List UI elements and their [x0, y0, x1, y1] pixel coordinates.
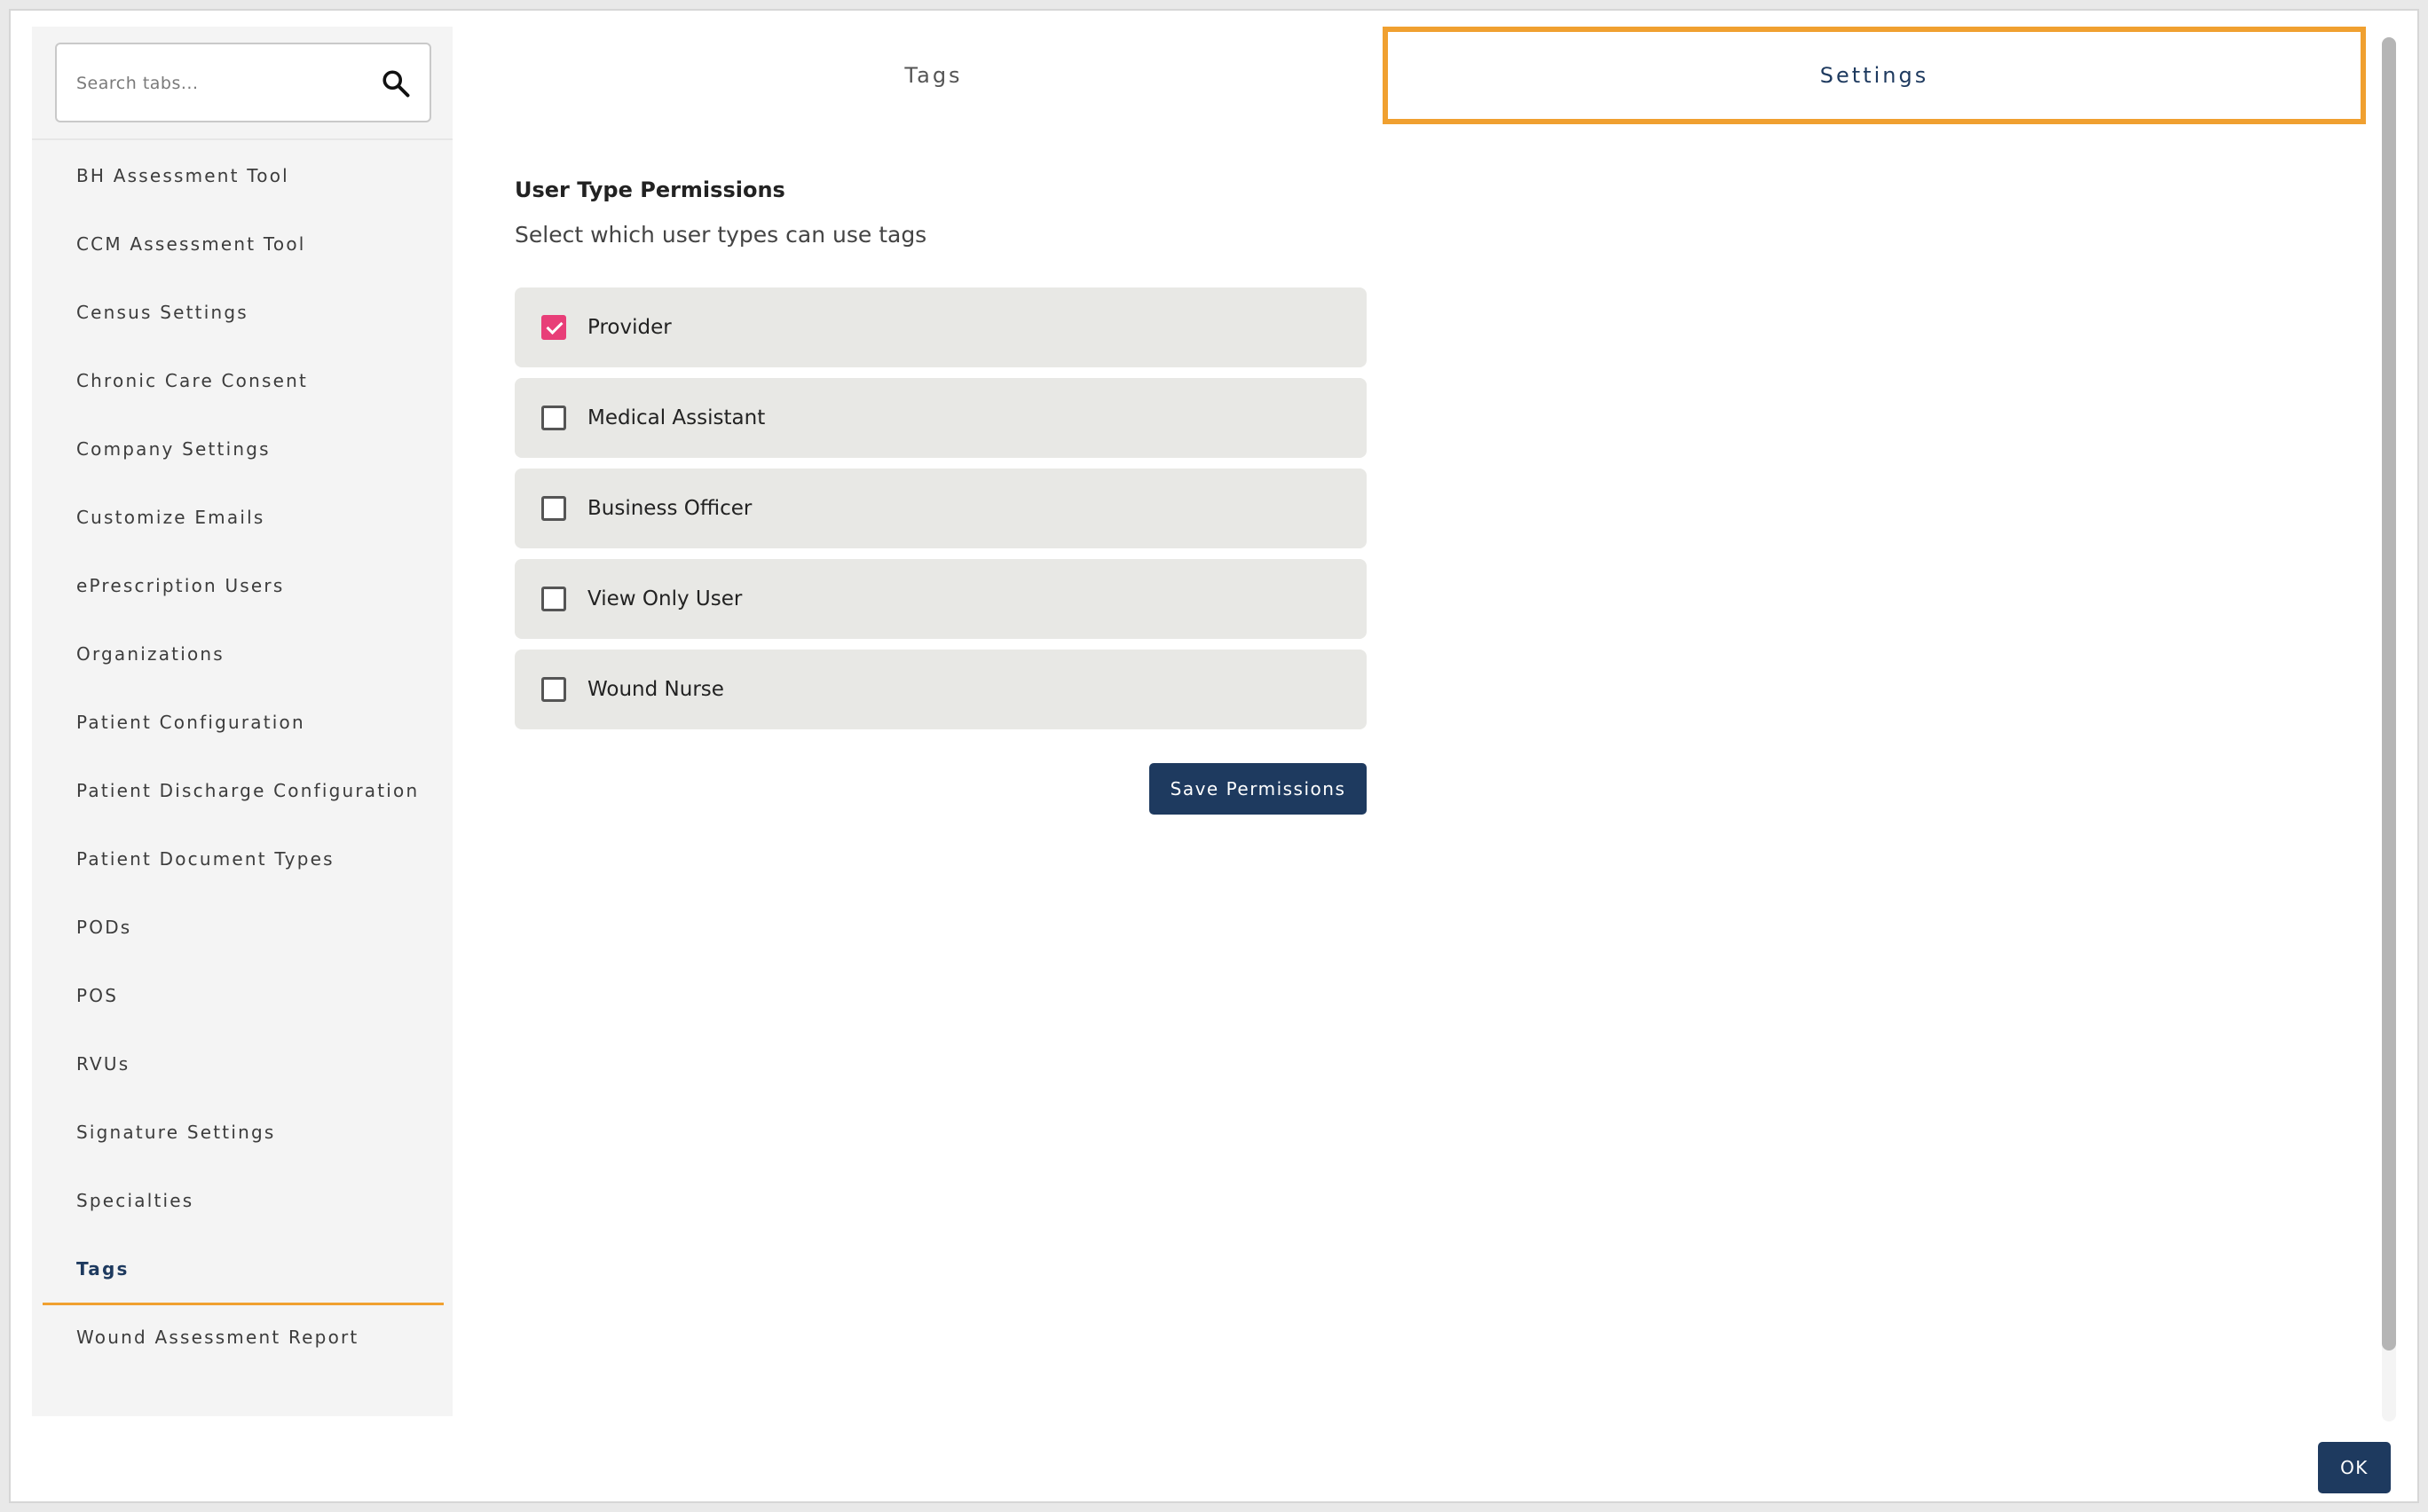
tab-settings[interactable]: Settings [1383, 27, 2366, 124]
permission-row-medical-assistant[interactable]: Medical Assistant [515, 378, 1367, 458]
sidebar-item-pods[interactable]: PODs [32, 894, 453, 962]
permission-row-business-officer[interactable]: Business Officer [515, 469, 1367, 548]
settings-dialog: BH Assessment Tool CCM Assessment Tool C… [9, 9, 2419, 1503]
ok-button[interactable]: OK [2318, 1442, 2391, 1493]
sidebar-item-census-settings[interactable]: Census Settings [32, 279, 453, 347]
permission-label: Wound Nurse [587, 678, 724, 701]
section-subtitle: Select which user types can use tags [515, 222, 927, 248]
search-box [55, 43, 431, 122]
permission-row-wound-nurse[interactable]: Wound Nurse [515, 650, 1367, 729]
checkbox-medical-assistant[interactable] [541, 406, 566, 430]
section-title: User Type Permissions [515, 177, 785, 202]
permission-label: View Only User [587, 587, 743, 610]
sidebar-item-chronic-care-consent[interactable]: Chronic Care Consent [32, 347, 453, 415]
sidebar-item-signature-settings[interactable]: Signature Settings [32, 1099, 453, 1167]
search-icon[interactable] [380, 67, 412, 99]
search-input[interactable] [75, 44, 371, 122]
sidebar-item-pos[interactable]: POS [32, 962, 453, 1030]
sidebar-item-eprescription-users[interactable]: ePrescription Users [32, 552, 453, 620]
sidebar-item-bh-assessment-tool[interactable]: BH Assessment Tool [32, 142, 453, 210]
permission-row-provider[interactable]: Provider [515, 287, 1367, 367]
sidebar-item-ccm-assessment-tool[interactable]: CCM Assessment Tool [32, 210, 453, 279]
sidebar-item-patient-document-types[interactable]: Patient Document Types [32, 825, 453, 894]
sidebar: BH Assessment Tool CCM Assessment Tool C… [32, 27, 453, 1416]
sidebar-item-company-settings[interactable]: Company Settings [32, 415, 453, 484]
sidebar-nav: BH Assessment Tool CCM Assessment Tool C… [32, 142, 453, 1372]
scrollbar[interactable] [2382, 37, 2396, 1421]
sidebar-item-wound-assessment-report[interactable]: Wound Assessment Report [32, 1303, 453, 1372]
tab-tags[interactable]: Tags [481, 27, 1386, 124]
checkbox-provider[interactable] [541, 315, 566, 340]
sidebar-item-organizations[interactable]: Organizations [32, 620, 453, 689]
sidebar-item-tags[interactable]: Tags [32, 1235, 453, 1305]
checkbox-view-only-user[interactable] [541, 587, 566, 611]
sidebar-item-patient-configuration[interactable]: Patient Configuration [32, 689, 453, 757]
sidebar-item-specialties[interactable]: Specialties [32, 1167, 453, 1235]
checkbox-wound-nurse[interactable] [541, 677, 566, 702]
checkbox-business-officer[interactable] [541, 496, 566, 521]
permission-label: Medical Assistant [587, 406, 766, 429]
permission-label: Provider [587, 316, 672, 339]
sidebar-divider [32, 138, 453, 140]
save-permissions-button[interactable]: Save Permissions [1149, 763, 1367, 815]
sidebar-item-rvus[interactable]: RVUs [32, 1030, 453, 1099]
permission-row-view-only-user[interactable]: View Only User [515, 559, 1367, 639]
sidebar-item-customize-emails[interactable]: Customize Emails [32, 484, 453, 552]
scrollbar-thumb[interactable] [2382, 37, 2396, 1351]
sidebar-item-patient-discharge-configuration[interactable]: Patient Discharge Configuration [32, 757, 453, 825]
permission-label: Business Officer [587, 497, 753, 520]
